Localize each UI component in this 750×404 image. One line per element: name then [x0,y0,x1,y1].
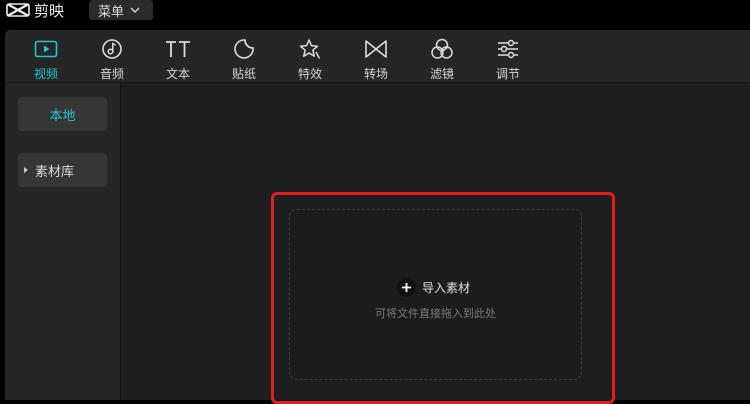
effects-icon [297,36,323,61]
media-sidebar: 本地 素材库 [5,83,121,400]
adjust-icon [495,36,521,61]
tab-label: 视频 [33,67,58,81]
filter-icon [429,36,455,61]
chevron-down-icon [130,7,140,13]
import-media-button[interactable]: 导入素材 [397,278,470,297]
sticker-icon [231,36,257,61]
capcut-logo-icon [6,3,30,17]
tab-text[interactable]: 文本 [154,34,202,82]
tab-label: 调节 [495,67,520,81]
sidebar-item-local[interactable]: 本地 [18,97,107,131]
tab-label: 音频 [99,67,124,81]
tab-label: 贴纸 [231,67,256,81]
video-icon [33,36,59,61]
tab-transition[interactable]: 转场 [352,34,400,82]
sidebar-item-label: 本地 [49,108,76,124]
media-toolbar: 视频 音频 文本 贴纸 特效 转场 滤镜 调节 [5,30,750,83]
highlight-annotation-box [271,192,615,404]
tab-filter[interactable]: 滤镜 [418,34,466,82]
menu-label: 菜单 [98,4,125,20]
plus-icon [397,278,416,297]
import-label: 导入素材 [422,281,471,295]
tab-label: 转场 [363,67,388,81]
sidebar-item-library[interactable]: 素材库 [18,153,107,187]
tab-video[interactable]: 视频 [22,34,70,82]
title-bar: 剪映 菜单 [0,0,750,26]
text-icon [165,36,191,61]
tab-sticker[interactable]: 贴纸 [220,34,268,82]
drop-hint-text: 可将文件直接拖入到此处 [375,307,496,320]
tab-adjust[interactable]: 调节 [484,34,532,82]
transition-icon [363,36,389,61]
sidebar-item-label: 素材库 [35,164,75,180]
tab-label: 滤镜 [429,67,454,81]
tab-effects[interactable]: 特效 [286,34,334,82]
app-logo: 剪映 [6,0,64,20]
menu-button[interactable]: 菜单 [89,0,153,20]
expand-arrow-icon [24,167,28,173]
music-icon [99,36,125,61]
tab-label: 文本 [165,67,190,81]
tab-label: 特效 [297,67,322,81]
tab-audio[interactable]: 音频 [88,34,136,82]
app-title: 剪映 [34,1,65,20]
